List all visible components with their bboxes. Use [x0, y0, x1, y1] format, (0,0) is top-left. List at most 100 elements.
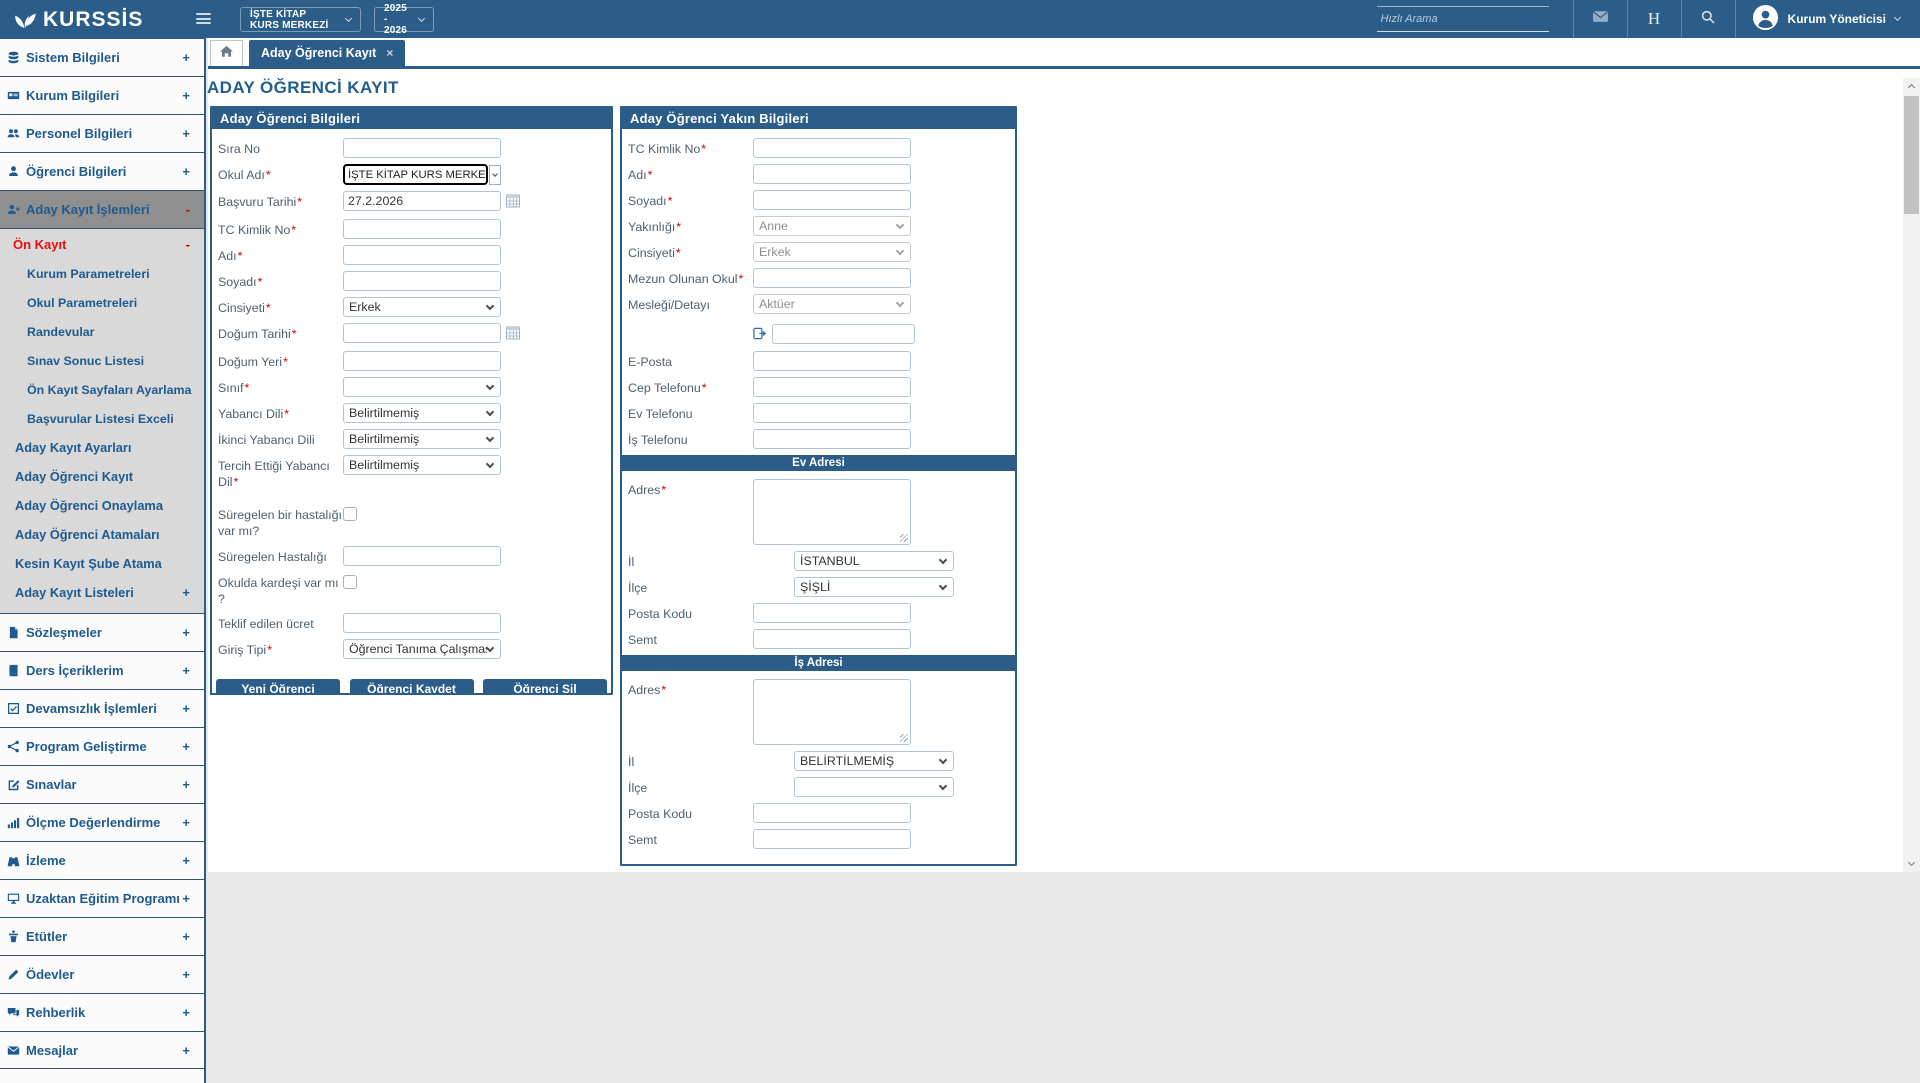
close-icon[interactable]: × — [386, 46, 393, 60]
ev-semt-input[interactable] — [753, 629, 911, 649]
is-telefonu-input[interactable] — [753, 429, 911, 449]
sinif-select[interactable] — [343, 377, 501, 397]
e-posta-input[interactable] — [753, 351, 911, 371]
dogum-tarihi-input[interactable] — [343, 323, 501, 343]
tab-aday-ogrenci-kayit[interactable]: Aday Öğrenci Kayıt × — [249, 40, 405, 66]
sira-no-input[interactable] — [343, 138, 501, 158]
expand-icon[interactable]: + — [182, 164, 190, 179]
ikinci-yabanci-dili-select[interactable]: Belirtilmemiş — [343, 429, 501, 449]
meslegi-detayi-select[interactable]: Aktüer — [753, 294, 911, 314]
scroll-down-button[interactable] — [1903, 856, 1920, 872]
expand-icon[interactable]: + — [182, 126, 190, 141]
menu-toggle-icon[interactable] — [196, 13, 211, 24]
sidebar-item-randevular[interactable]: Randevular — [0, 317, 204, 346]
home-tab[interactable] — [210, 40, 243, 66]
expand-icon[interactable]: + — [182, 739, 190, 754]
sidebar-item-basvurular-listesi-exceli[interactable]: Başvurular Listesi Exceli — [0, 404, 204, 433]
soyadi-input[interactable] — [343, 271, 501, 291]
is-il-select[interactable]: BELİRTİLMEMİŞ — [794, 751, 954, 771]
okulda-kardesi-checkbox[interactable] — [343, 575, 357, 589]
sidebar-item-sozlesmeler[interactable]: Sözleşmeler + — [0, 613, 204, 651]
adi-input[interactable] — [343, 245, 501, 265]
yakin-soyadi-input[interactable] — [753, 190, 911, 210]
expand-icon[interactable]: + — [182, 853, 190, 868]
vertical-scrollbar[interactable] — [1903, 78, 1920, 872]
yakinligi-select[interactable]: Anne — [753, 216, 911, 236]
expand-icon[interactable]: + — [182, 815, 190, 830]
yeni-ogrenci-button[interactable]: Yeni Öğrenci — [216, 679, 340, 695]
sidebar-item-on-kayit-sayfalari-ayarlama[interactable]: Ön Kayıt Sayfaları Ayarlama — [0, 375, 204, 404]
sidebar-item-ogrenci-bilgileri[interactable]: Öğrenci Bilgileri + — [0, 152, 204, 190]
resize-handle[interactable] — [900, 534, 908, 542]
tc-kimlik-no-input[interactable] — [343, 219, 501, 239]
expand-icon[interactable]: + — [182, 891, 190, 906]
expand-icon[interactable]: + — [182, 967, 190, 982]
scroll-up-button[interactable] — [1903, 78, 1920, 94]
sidebar-item-aday-kayit-islemleri[interactable]: Aday Kayıt İşlemleri - — [0, 190, 204, 228]
suregelen-hastaligi-input[interactable] — [343, 546, 501, 566]
sidebar-item-olcme-degerlendirme[interactable]: Ölçme Değerlendirme + — [0, 803, 204, 841]
ogrenci-kaydet-button[interactable]: Öğrenci Kaydet — [350, 679, 474, 695]
sidebar-item-aday-ogrenci-atamalari[interactable]: Aday Öğrenci Atamaları — [0, 520, 204, 549]
sidebar-item-kurum-parametreleri[interactable]: Kurum Parametreleri — [0, 259, 204, 288]
sidebar-item-rehberlik[interactable]: Rehberlik + — [0, 993, 204, 1031]
expand-icon[interactable]: + — [182, 625, 190, 640]
yakin-tc-kimlik-no-input[interactable] — [753, 138, 911, 158]
ev-adres-textarea[interactable] — [753, 479, 911, 545]
ev-il-select[interactable]: İSTANBUL — [794, 551, 954, 571]
sidebar-item-aday-kayit-listeleri[interactable]: Aday Kayıt Listeleri + — [0, 578, 204, 607]
ev-telefonu-input[interactable] — [753, 403, 911, 423]
sidebar-item-on-kayit[interactable]: Ön Kayıt - — [0, 229, 204, 259]
dogum-yeri-input[interactable] — [343, 351, 501, 371]
sidebar-item-mesajlar[interactable]: Mesajlar + — [0, 1031, 204, 1069]
school-select[interactable]: İŞTE KİTAP KURS MERKEZİ — [240, 7, 361, 32]
expand-icon[interactable]: + — [182, 663, 190, 678]
cinsiyeti-select[interactable]: Erkek — [343, 297, 501, 317]
scrollbar-thumb[interactable] — [1904, 96, 1919, 214]
sidebar-item-program-gelistirme[interactable]: Program Geliştirme + — [0, 727, 204, 765]
expand-icon[interactable]: + — [182, 50, 190, 65]
sidebar-item-aday-ogrenci-kayit[interactable]: Aday Öğrenci Kayıt — [0, 462, 204, 491]
quick-search-input[interactable] — [1377, 6, 1549, 32]
messages-button[interactable] — [1573, 0, 1627, 38]
sidebar-item-sinavlar[interactable]: Sınavlar + — [0, 765, 204, 803]
tercih-ettigi-yabanci-dil-select[interactable]: Belirtilmemiş — [343, 455, 501, 475]
sidebar-item-izleme[interactable]: İzleme + — [0, 841, 204, 879]
sidebar-item-personel-bilgileri[interactable]: Personel Bilgileri + — [0, 114, 204, 152]
sidebar-item-sistem-bilgileri[interactable]: Sistem Bilgileri + — [0, 38, 204, 76]
mezun-olunan-okul-input[interactable] — [753, 268, 911, 288]
sidebar-item-uzaktan-egitim-programi[interactable]: Uzaktan Eğitim Programı + — [0, 879, 204, 917]
suregelen-hastalik-checkbox[interactable] — [343, 507, 357, 521]
expand-icon[interactable]: + — [182, 701, 190, 716]
sidebar-item-ders-iceriklerim[interactable]: Ders İçeriklerim + — [0, 651, 204, 689]
ogrenci-sil-button[interactable]: Öğrenci Sil — [483, 679, 607, 695]
expand-icon[interactable]: + — [182, 929, 190, 944]
sidebar-item-kesin-kayit-sube-atama[interactable]: Kesin Kayıt Şube Atama — [0, 549, 204, 578]
sidebar-item-sinav-sonuc-listesi[interactable]: Sınav Sonuc Listesi — [0, 346, 204, 375]
yakin-adi-input[interactable] — [753, 164, 911, 184]
user-menu[interactable]: Kurum Yöneticisi — [1735, 0, 1906, 38]
year-select[interactable]: 2025 - 2026 — [374, 7, 434, 32]
search-button[interactable] — [1681, 0, 1735, 38]
sidebar-item-kurum-bilgileri[interactable]: Kurum Bilgileri + — [0, 76, 204, 114]
expand-icon[interactable]: + — [182, 777, 190, 792]
is-semt-input[interactable] — [753, 829, 911, 849]
ev-posta-kodu-input[interactable] — [753, 603, 911, 623]
sidebar-item-okul-parametreleri[interactable]: Okul Parametreleri — [0, 288, 204, 317]
is-ilce-select[interactable] — [794, 777, 954, 797]
is-posta-kodu-input[interactable] — [753, 803, 911, 823]
collapse-icon[interactable]: - — [186, 202, 190, 217]
expand-icon[interactable]: + — [182, 585, 190, 600]
resize-handle[interactable] — [900, 734, 908, 742]
collapse-icon[interactable]: - — [186, 237, 190, 252]
select-dropdown-button[interactable] — [489, 165, 501, 185]
calendar-icon[interactable] — [506, 194, 520, 213]
sidebar-item-devamsizlik-islemleri[interactable]: Devamsızlık İşlemleri + — [0, 689, 204, 727]
teklif-edilen-ucret-input[interactable] — [343, 613, 501, 633]
ek-telefon-input[interactable] — [772, 324, 915, 344]
ev-ilce-select[interactable]: ŞİŞLİ — [794, 577, 954, 597]
expand-icon[interactable]: + — [182, 1043, 190, 1058]
help-button[interactable]: H — [1627, 0, 1681, 38]
cep-telefonu-input[interactable] — [753, 377, 911, 397]
sidebar-item-aday-kayit-ayarlari[interactable]: Aday Kayıt Ayarları — [0, 433, 204, 462]
